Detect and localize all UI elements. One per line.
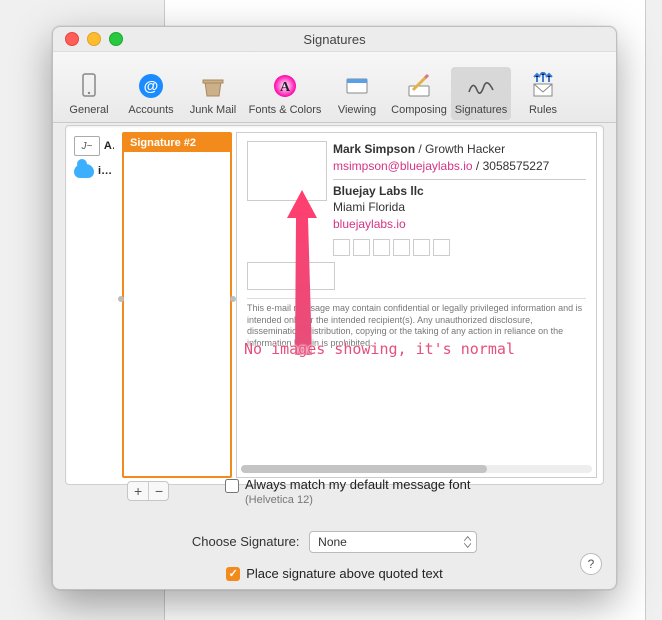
svg-text:@: @: [144, 78, 159, 95]
minimize-icon[interactable]: [87, 32, 101, 46]
zoom-icon[interactable]: [109, 32, 123, 46]
choose-signature-label: Choose Signature:: [192, 534, 300, 549]
cloud-icon: [74, 164, 94, 178]
junk-icon: [198, 71, 228, 101]
accounts-icon: @: [136, 71, 166, 101]
sig-name: Mark Simpson: [333, 142, 415, 156]
tab-accounts[interactable]: @ Accounts: [121, 67, 181, 120]
social-icon-placeholder[interactable]: [433, 239, 450, 256]
rules-icon: [528, 71, 558, 101]
sig-location: Miami Florida: [333, 199, 586, 216]
choose-signature-value: None: [318, 535, 347, 549]
choose-signature-row: Choose Signature: None: [53, 531, 616, 553]
social-icon-placeholder[interactable]: [373, 239, 390, 256]
column-resize-handle[interactable]: [230, 296, 236, 302]
signature-preview[interactable]: Mark Simpson / Growth Hacker msimpson@bl…: [236, 132, 597, 478]
help-button[interactable]: ?: [580, 553, 602, 575]
titlebar: Signatures: [53, 27, 616, 52]
viewing-icon: [342, 71, 372, 101]
match-font-checkbox[interactable]: [225, 479, 239, 493]
sig-company: Bluejay Labs llc: [333, 184, 424, 198]
social-icon-placeholder[interactable]: [353, 239, 370, 256]
svg-text:A: A: [280, 80, 291, 95]
preferences-window: Signatures General @ Accounts Junk Mail: [52, 26, 617, 590]
place-above-label: Place signature above quoted text: [246, 566, 443, 581]
signature-list-item[interactable]: Signature #2: [124, 134, 230, 152]
tab-fonts-colors[interactable]: A Fonts & Colors: [245, 67, 325, 120]
accounts-column[interactable]: J~ Al i…: [72, 132, 116, 478]
banner-image-placeholder[interactable]: [247, 262, 335, 290]
choose-signature-popup[interactable]: None: [309, 531, 477, 553]
signature-list-column[interactable]: Signature #2: [122, 132, 232, 478]
signatures-panel: J~ Al i… Signature #2: [65, 125, 604, 485]
tab-viewing[interactable]: Viewing: [327, 67, 387, 120]
general-icon: [74, 71, 104, 101]
tab-junk-mail[interactable]: Junk Mail: [183, 67, 243, 120]
match-font-label: Always match my default message font: [245, 477, 470, 492]
social-icon-placeholder[interactable]: [333, 239, 350, 256]
social-icon-placeholder[interactable]: [393, 239, 410, 256]
fonts-colors-icon: A: [270, 71, 300, 101]
annotation-text: No images showing, it's normal: [244, 340, 515, 358]
tab-composing[interactable]: Composing: [389, 67, 449, 120]
tab-signatures[interactable]: Signatures: [451, 67, 511, 120]
column-resize-handle[interactable]: [118, 296, 124, 302]
window-title: Signatures: [53, 32, 616, 47]
horizontal-scrollbar[interactable]: [241, 465, 592, 473]
sig-website[interactable]: bluejaylabs.io: [333, 217, 406, 231]
sig-email[interactable]: msimpson@bluejaylabs.io: [333, 159, 473, 173]
place-above-row: ✓ Place signature above quoted text: [53, 565, 616, 581]
signature-glyph-icon: J~: [74, 136, 100, 156]
social-icon-placeholder[interactable]: [413, 239, 430, 256]
signature-preview-content: Mark Simpson / Growth Hacker msimpson@bl…: [237, 133, 596, 358]
tab-general[interactable]: General: [59, 67, 119, 120]
remove-signature-button[interactable]: −: [148, 482, 168, 500]
tab-rules[interactable]: Rules: [513, 67, 573, 120]
composing-icon: [404, 71, 434, 101]
account-icloud[interactable]: i…: [72, 160, 116, 182]
sig-phone: 3058575227: [483, 159, 550, 173]
sig-role: Growth Hacker: [425, 142, 505, 156]
signature-image-placeholder[interactable]: [247, 141, 327, 201]
add-signature-button[interactable]: +: [128, 482, 148, 500]
social-icons-row: [333, 239, 586, 256]
match-font-sublabel: (Helvetica 12): [245, 494, 470, 506]
signatures-icon: [466, 71, 496, 101]
match-font-option: Always match my default message font (He…: [225, 477, 470, 506]
place-above-checkbox[interactable]: ✓: [226, 567, 240, 581]
prefs-toolbar: General @ Accounts Junk Mail A Fonts & C…: [53, 52, 616, 123]
add-remove-signature: + −: [127, 481, 169, 501]
account-all[interactable]: J~ Al: [72, 132, 116, 160]
close-icon[interactable]: [65, 32, 79, 46]
